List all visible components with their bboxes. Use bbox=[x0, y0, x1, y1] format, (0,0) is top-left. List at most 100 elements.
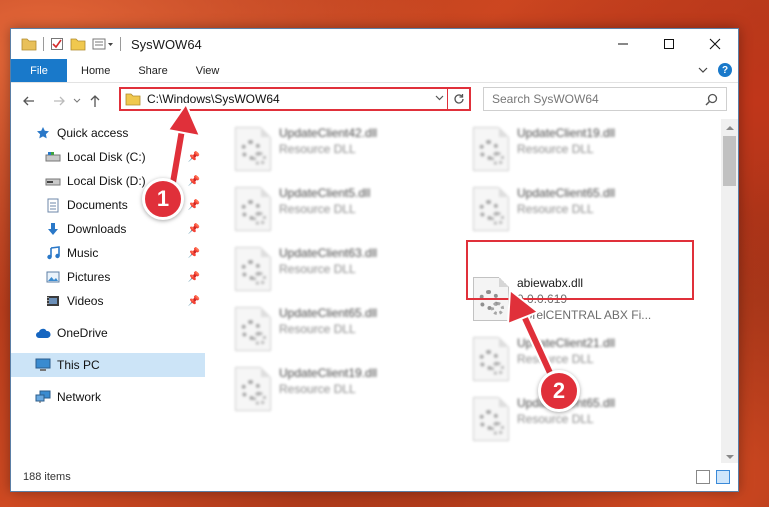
file-item[interactable]: UpdateClient65.dll Resource DLL bbox=[469, 183, 699, 239]
search-input[interactable] bbox=[492, 92, 705, 106]
file-name: UpdateClient19.dll bbox=[279, 366, 378, 380]
dll-file-icon bbox=[235, 247, 271, 291]
scroll-up-button[interactable] bbox=[721, 119, 738, 136]
file-description: Resource DLL bbox=[279, 382, 356, 396]
title-bar: SysWOW64 bbox=[11, 29, 738, 59]
tab-share[interactable]: Share bbox=[124, 59, 181, 82]
properties-icon[interactable] bbox=[50, 37, 64, 51]
up-button[interactable] bbox=[83, 89, 107, 113]
navigation-pane: Quick access Local Disk (C:) 📌 Local Dis… bbox=[11, 119, 207, 465]
sidebar-item-label: Videos bbox=[67, 294, 104, 308]
arrow-up-icon bbox=[90, 95, 100, 107]
computer-icon bbox=[35, 357, 51, 373]
sidebar-item-label: This PC bbox=[57, 358, 100, 372]
tiles-view-button[interactable] bbox=[716, 470, 730, 484]
item-count: 188 items bbox=[23, 471, 71, 483]
chevron-down-icon bbox=[725, 454, 734, 459]
file-item[interactable]: UpdateClient42.dll Resource DLL bbox=[231, 123, 461, 179]
sidebar-item-local-disk-c[interactable]: Local Disk (C:) 📌 bbox=[11, 145, 205, 169]
tab-home[interactable]: Home bbox=[67, 59, 124, 82]
sidebar-item-label: OneDrive bbox=[57, 326, 108, 340]
arrow-right-icon bbox=[54, 96, 65, 106]
file-item[interactable]: UpdateClient63.dll Resource DLL bbox=[231, 243, 461, 299]
sidebar-item-pictures[interactable]: Pictures 📌 bbox=[11, 265, 205, 289]
file-name: UpdateClient5.dll bbox=[279, 186, 371, 200]
file-item[interactable]: UpdateClient65.dll Resource DLL bbox=[231, 303, 461, 359]
file-name: abiewabx.dll bbox=[517, 276, 584, 290]
expand-ribbon-icon[interactable] bbox=[698, 65, 708, 75]
file-item[interactable]: UpdateClient19.dll Resource DLL bbox=[469, 123, 699, 179]
vertical-scrollbar[interactable] bbox=[721, 119, 738, 465]
chevron-down-icon bbox=[73, 98, 81, 103]
new-folder-icon[interactable] bbox=[70, 37, 86, 51]
file-explorer-window: SysWOW64 File Home Share View ? C:\Windo… bbox=[10, 28, 739, 492]
pictures-icon bbox=[45, 269, 61, 285]
help-button[interactable]: ? bbox=[718, 63, 732, 77]
file-item[interactable]: UpdateClient5.dll Resource DLL bbox=[231, 183, 461, 239]
file-name: UpdateClient63.dll bbox=[279, 246, 378, 260]
pin-icon[interactable]: 📌 bbox=[187, 296, 201, 307]
pin-icon[interactable]: 📌 bbox=[187, 248, 201, 259]
sidebar-item-music[interactable]: Music 📌 bbox=[11, 241, 205, 265]
navigation-bar: C:\Windows\SysWOW64 bbox=[11, 83, 738, 119]
maximize-button[interactable] bbox=[646, 29, 692, 59]
minimize-button[interactable] bbox=[600, 29, 646, 59]
chevron-down-icon bbox=[435, 95, 443, 101]
pin-icon[interactable]: 📌 bbox=[187, 176, 201, 187]
ribbon-tabs: File Home Share View ? bbox=[11, 59, 738, 83]
file-item-abiewabx[interactable]: abiewabx.dll 9.0.0.619 CorelCENTRAL ABX … bbox=[469, 273, 699, 329]
sidebar-item-videos[interactable]: Videos 📌 bbox=[11, 289, 205, 313]
music-icon bbox=[45, 245, 61, 261]
tab-file[interactable]: File bbox=[11, 59, 67, 82]
ribbon-right-controls: ? bbox=[698, 63, 732, 77]
sidebar-item-downloads[interactable]: Downloads 📌 bbox=[11, 217, 205, 241]
sidebar-item-network[interactable]: Network bbox=[11, 385, 205, 409]
videos-icon bbox=[45, 293, 61, 309]
customize-qat-icon[interactable] bbox=[92, 37, 114, 51]
file-description: CorelCENTRAL ABX Fi... bbox=[517, 308, 652, 322]
file-description: Resource DLL bbox=[279, 262, 356, 276]
file-description: Resource DLL bbox=[517, 142, 594, 156]
file-name: UpdateClient19.dll bbox=[517, 126, 616, 140]
sidebar-item-label: Quick access bbox=[57, 126, 129, 140]
chevron-up-icon bbox=[725, 125, 734, 130]
folder-icon[interactable] bbox=[21, 37, 37, 51]
window-title: SysWOW64 bbox=[131, 36, 202, 52]
folder-icon bbox=[125, 93, 141, 106]
pin-icon[interactable]: 📌 bbox=[187, 200, 201, 211]
address-dropdown[interactable] bbox=[431, 93, 447, 105]
sidebar-item-label: Pictures bbox=[67, 270, 111, 284]
pin-icon[interactable]: 📌 bbox=[187, 224, 201, 235]
sidebar-item-onedrive[interactable]: OneDrive bbox=[11, 321, 205, 345]
close-icon bbox=[709, 38, 721, 50]
cloud-icon bbox=[35, 325, 51, 341]
sidebar-item-label: Network bbox=[57, 390, 102, 404]
file-description: Resource DLL bbox=[279, 142, 356, 156]
forward-button[interactable] bbox=[47, 89, 71, 113]
refresh-button[interactable] bbox=[447, 89, 469, 109]
recent-locations-button[interactable] bbox=[71, 89, 83, 113]
details-view-button[interactable] bbox=[696, 470, 710, 484]
file-item[interactable]: UpdateClient21.dll Resource DLL bbox=[469, 333, 699, 389]
file-description: Resource DLL bbox=[279, 322, 356, 336]
file-item[interactable]: UpdateClient65.dll Resource DLL bbox=[469, 393, 699, 449]
pin-icon[interactable]: 📌 bbox=[187, 152, 201, 163]
address-path[interactable]: C:\Windows\SysWOW64 bbox=[147, 92, 431, 106]
maximize-icon bbox=[664, 39, 674, 49]
search-box[interactable] bbox=[483, 87, 727, 111]
qat-separator bbox=[43, 37, 44, 51]
dll-file-icon bbox=[473, 397, 509, 441]
sidebar-item-label: Local Disk (C:) bbox=[67, 150, 146, 164]
scroll-thumb[interactable] bbox=[723, 136, 736, 186]
sidebar-item-quick-access[interactable]: Quick access bbox=[11, 121, 205, 145]
drive-icon bbox=[45, 149, 61, 165]
file-item[interactable]: UpdateClient19.dll Resource DLL bbox=[231, 363, 461, 419]
dll-file-icon bbox=[473, 127, 509, 171]
address-bar[interactable]: C:\Windows\SysWOW64 bbox=[119, 87, 471, 111]
pin-icon[interactable]: 📌 bbox=[187, 272, 201, 283]
close-button[interactable] bbox=[692, 29, 738, 59]
tab-view[interactable]: View bbox=[182, 59, 234, 82]
file-name: UpdateClient21.dll bbox=[517, 336, 616, 350]
sidebar-item-this-pc[interactable]: This PC bbox=[11, 353, 205, 377]
back-button[interactable] bbox=[17, 89, 41, 113]
